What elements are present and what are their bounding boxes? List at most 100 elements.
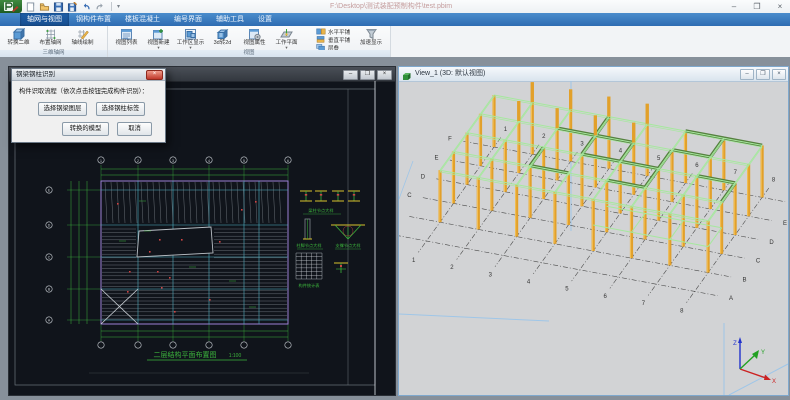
- ribbon-small-button-水平平铺[interactable]: 水平平铺: [316, 28, 350, 35]
- dialog-close-icon[interactable]: ×: [146, 70, 163, 80]
- svg-text:1: 1: [504, 127, 508, 133]
- tile-v-icon: [316, 36, 326, 43]
- save-as-icon: [67, 2, 78, 12]
- funnel-icon: [365, 28, 378, 40]
- ribbon-button-label: 视图属性: [243, 40, 265, 46]
- ribbon-button-3d转2d[interactable]: 3d转2d: [207, 27, 238, 49]
- svg-text:B: B: [742, 277, 746, 283]
- svg-text:8: 8: [772, 177, 776, 183]
- view-props-icon: [248, 28, 261, 40]
- svg-text:C: C: [48, 255, 51, 259]
- undo-button[interactable]: [81, 1, 92, 12]
- svg-text:E: E: [48, 188, 51, 192]
- ribbon-tab-bar: 轴网与视图钢构件布置楼板混凝土编号界面辅助工具设置: [0, 13, 790, 26]
- view3d-window-title: View_1 (3D: 默认视图): [415, 67, 485, 81]
- svg-text:7: 7: [642, 301, 646, 307]
- dropdown-arrow-icon[interactable]: ▾: [189, 46, 191, 49]
- svg-text:5: 5: [243, 159, 245, 163]
- plan-maximize-button[interactable]: ❐: [360, 70, 375, 80]
- convert-model-button[interactable]: 转换的模型: [62, 122, 109, 136]
- new-file-icon: [25, 2, 36, 12]
- window-controls: – ❐ ×: [727, 0, 787, 13]
- workspace-icon: [184, 28, 197, 40]
- ribbon-button-加速显示[interactable]: 加速显示: [356, 28, 386, 50]
- save-as-button[interactable]: [67, 1, 78, 12]
- close-button[interactable]: ×: [773, 1, 787, 12]
- titlebar: ▾ F:\Desktop\测试装配预制构件\test.pbim – ❐ ×: [0, 0, 790, 13]
- app-logo-icon[interactable]: [0, 0, 22, 13]
- redo-button[interactable]: [95, 1, 106, 12]
- recognition-dialog: 钢梁钢柱识别 × 构件识取流程（依次点击按钮完成构件识别）： 选择钢梁图层 选择…: [11, 68, 166, 143]
- tail-button-label: 加速显示: [360, 40, 382, 46]
- svg-text:4: 4: [619, 149, 623, 155]
- ribbon-button-label: 布置轴网: [39, 40, 61, 46]
- minimize-button[interactable]: –: [727, 1, 741, 12]
- dropdown-arrow-icon[interactable]: ▾: [157, 46, 159, 49]
- svg-text:1: 1: [412, 258, 416, 264]
- cancel-button[interactable]: 取消: [117, 122, 152, 136]
- ribbon-tab-2[interactable]: 楼板混凝土: [118, 13, 167, 26]
- application-window: ▾ F:\Desktop\测试装配预制构件\test.pbim – ❐ × 轴网…: [0, 0, 790, 400]
- ribbon-small-button-垂直平铺[interactable]: 垂直平铺: [316, 36, 350, 43]
- view3d-minimize-button[interactable]: –: [740, 69, 754, 80]
- dialog-message: 构件识取流程（依次点击按钮完成构件识别）：: [19, 86, 161, 95]
- ribbon-tab-4[interactable]: 辅助工具: [209, 13, 251, 26]
- ribbon-button-布置轴网[interactable]: 布置轴网: [35, 27, 66, 49]
- ribbon-group-label: 视图: [108, 50, 390, 57]
- ribbon-group-label: 三维轴网: [0, 50, 107, 57]
- svg-text:D: D: [48, 223, 51, 227]
- new-file-button[interactable]: [25, 1, 36, 12]
- view3d-window-titlebar[interactable]: View_1 (3D: 默认视图) – ❐ ×: [399, 67, 788, 82]
- mdi-workspace: – ❐ × 123456EDCBA梁柱节点大样柱脚节点大样支撑节点大样构件统计表…: [0, 57, 790, 400]
- open-file-button[interactable]: [39, 1, 50, 12]
- svg-text:1:100: 1:100: [229, 353, 242, 359]
- svg-text:构件统计表: 构件统计表: [299, 282, 321, 289]
- ribbon-tab-0[interactable]: 轴网与视图: [20, 13, 69, 26]
- ribbon-button-工作平面[interactable]: 工作平面▾: [271, 27, 302, 49]
- ribbon-button-视图新建[interactable]: 视图新建▾: [143, 27, 174, 49]
- dropdown-arrow-icon[interactable]: ▾: [285, 46, 287, 49]
- maximize-button[interactable]: ❐: [750, 1, 764, 12]
- workplane-icon: [280, 28, 293, 40]
- plan-minimize-button[interactable]: –: [343, 70, 358, 80]
- small-button-label: 水平平铺: [328, 28, 350, 36]
- ribbon-tab-3[interactable]: 编号界面: [167, 13, 209, 26]
- svg-text:Y: Y: [761, 350, 765, 356]
- select-beam-layer-button[interactable]: 选择钢梁图层: [38, 102, 87, 116]
- ribbon-button-轴线绘制[interactable]: 轴线绘制: [67, 27, 98, 49]
- view-new-icon: [152, 28, 165, 40]
- svg-text:8: 8: [680, 308, 684, 314]
- save-button[interactable]: [53, 1, 64, 12]
- ribbon-tab-5[interactable]: 设置: [251, 13, 279, 26]
- save-icon: [53, 2, 64, 12]
- svg-text:2: 2: [542, 134, 546, 140]
- svg-text:2: 2: [450, 265, 454, 271]
- view3d-maximize-button[interactable]: ❐: [756, 69, 770, 80]
- svg-text:A: A: [729, 296, 733, 302]
- svg-text:X: X: [772, 379, 776, 385]
- ribbon-button-工作区显示[interactable]: 工作区显示▾: [175, 27, 206, 49]
- qat-customize-dropdown-icon[interactable]: ▾: [117, 3, 120, 10]
- ribbon-button-视图属性[interactable]: 视图属性: [239, 27, 270, 49]
- ribbon-button-label: 3d转2d: [214, 40, 232, 46]
- document-path: F:\Desktop\测试装配预制构件\test.pbim: [330, 1, 550, 12]
- ribbon-button-视图列表[interactable]: 视图列表: [111, 27, 142, 49]
- ribbon-button-转换二维[interactable]: 转换二维: [3, 27, 34, 49]
- view3d-close-button[interactable]: ×: [772, 69, 786, 80]
- ribbon: 转换二维布置轴网轴线绘制三维轴网视图列表视图新建▾工作区显示▾ 3d转2d 视图属性…: [0, 26, 790, 58]
- svg-text:二层结构平面布置图: 二层结构平面布置图: [154, 350, 217, 359]
- app-logo-glyph: [3, 1, 19, 12]
- plan-close-button[interactable]: ×: [377, 70, 392, 80]
- svg-text:2: 2: [137, 159, 139, 163]
- view3d-canvas[interactable]: FFEEDDCCBBAA1122334455667788ZXY: [399, 81, 788, 395]
- tile-h-icon: [316, 28, 326, 35]
- ribbon-group-0: 转换二维布置轴网轴线绘制三维轴网: [0, 26, 108, 57]
- select-column-label-button[interactable]: 选择钢柱标签: [96, 102, 145, 116]
- dialog-titlebar[interactable]: 钢梁钢柱识别 ×: [12, 69, 165, 81]
- ribbon-tab-1[interactable]: 钢构件布置: [69, 13, 118, 26]
- plan-view-window: – ❐ × 123456EDCBA梁柱节点大样柱脚节点大样支撑节点大样构件统计表…: [8, 66, 396, 396]
- small-button-label: 垂直平铺: [328, 36, 350, 44]
- ribbon-group-1: 视图列表视图新建▾工作区显示▾3d转2d视图属性工作平面▾水平平铺垂直平铺层叠加…: [108, 26, 391, 57]
- svg-text:4: 4: [527, 279, 531, 285]
- svg-text:4: 4: [208, 159, 210, 163]
